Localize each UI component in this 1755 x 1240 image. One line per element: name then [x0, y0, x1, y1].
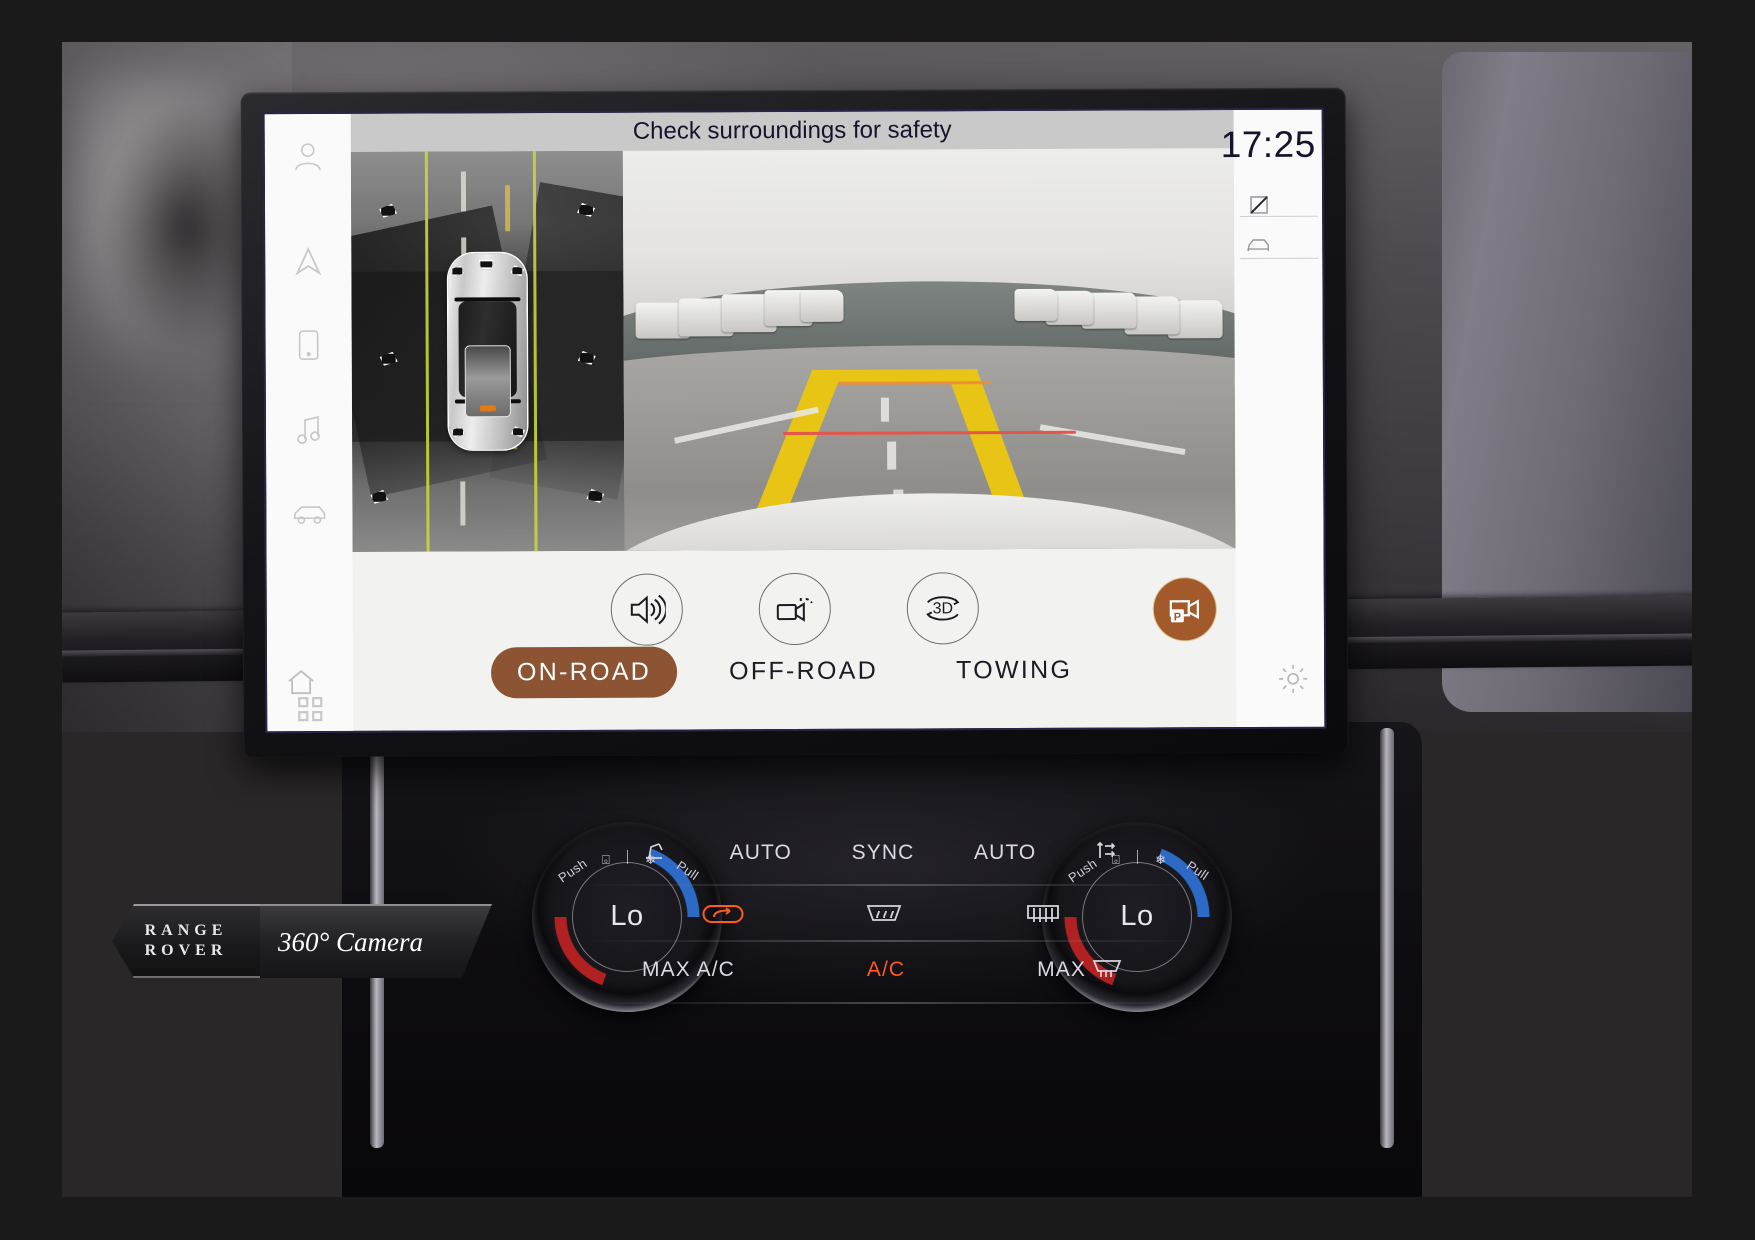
screen-title-bar: Check surroundings for safety: [350, 110, 1234, 152]
home-icon[interactable]: [285, 666, 317, 703]
ac-button[interactable]: A/C: [867, 958, 905, 982]
bev-lane-dash: [504, 185, 511, 232]
vehicle-interior-photo: ⌻ ❄ Push Pull Lo ⌻ ❄ Push Pull Lo AUTO S…: [62, 42, 1692, 1197]
status-rail: 17:25: [1221, 109, 1325, 728]
badge-caption: 360° Camera: [278, 926, 424, 957]
center-console: ⌻ ❄ Push Pull Lo ⌻ ❄ Push Pull Lo AUTO S…: [342, 722, 1422, 1197]
hvac-top-row: AUTO SYNC AUTO: [642, 840, 1122, 866]
max-defrost-button[interactable]: MAX: [1037, 958, 1086, 982]
hvac-divider-c: [582, 1002, 1202, 1004]
vehicle-rear-indicator: [479, 405, 496, 412]
auto-left-button[interactable]: AUTO: [730, 841, 792, 865]
knob-divider-left: [627, 850, 628, 864]
tab-off-road[interactable]: OFF-ROAD: [703, 645, 904, 697]
brand-line-2: ROVER: [144, 942, 228, 959]
badge-caption-panel: 360° Camera: [260, 904, 492, 978]
display-slider-line[interactable]: [1240, 215, 1319, 218]
svg-text:3D: 3D: [932, 600, 953, 617]
hvac-mid-row: [642, 902, 1122, 930]
sidebar: [264, 113, 354, 732]
fan-icon-right: ❄: [1155, 852, 1166, 867]
sync-button[interactable]: SYNC: [852, 841, 915, 865]
sidebar-item-media[interactable]: [284, 408, 334, 453]
sidebar-item-vehicle[interactable]: [284, 492, 334, 537]
max-defrost-icon[interactable]: [1092, 958, 1122, 982]
camera-view-area: [350, 148, 1236, 552]
seat-icon-left: ⌻: [602, 852, 610, 867]
airflow-icon[interactable]: [1096, 840, 1122, 866]
page-title: Check surroundings for safety: [632, 116, 952, 145]
floor-dash: [880, 397, 889, 422]
hvac-divider-a: [582, 884, 1202, 886]
camera-view-button[interactable]: [758, 572, 831, 646]
clock: 17:25: [1220, 123, 1316, 166]
sidebar-item-navigation[interactable]: [283, 239, 333, 284]
svg-text:P: P: [1174, 611, 1181, 623]
tab-towing[interactable]: TOWING: [930, 644, 1098, 696]
floor-dash: [886, 441, 897, 470]
max-ac-button[interactable]: MAX A/C: [642, 958, 735, 982]
vehicle-top-view: [448, 253, 528, 450]
sidebar-item-profile[interactable]: [283, 134, 333, 179]
brand-badge: RANGE ROVER 360° Camera: [112, 904, 492, 978]
parked-vehicle: [1014, 288, 1058, 322]
knob-divider-right: [1137, 850, 1138, 864]
infotainment-bezel: 17:25 Check surroundings for safety 3D P…: [240, 87, 1349, 758]
console-chrome-right: [1380, 728, 1394, 1148]
three-d-view-button[interactable]: 3D: [906, 572, 979, 645]
mode-tabs: ON-ROAD OFF-ROAD TOWING: [353, 641, 1236, 701]
bev-lane-dash: [460, 171, 467, 212]
rear-defrost-icon[interactable]: [1024, 902, 1062, 930]
recirculation-icon[interactable]: [702, 903, 744, 929]
rear-camera-view[interactable]: [622, 148, 1236, 551]
auto-right-button[interactable]: AUTO: [974, 841, 1036, 865]
parked-vehicle: [800, 289, 844, 322]
infotainment-screen[interactable]: 17:25 Check surroundings for safety 3D P…: [262, 107, 1327, 734]
settings-gear-icon[interactable]: [1276, 662, 1310, 701]
hvac-bottom-row: MAX A/C A/C MAX: [642, 958, 1122, 982]
park-camera-button[interactable]: P: [1153, 578, 1216, 641]
brand-line-1: RANGE: [144, 922, 228, 939]
seat-heating-icon[interactable]: [642, 840, 670, 866]
hvac-divider-b: [582, 940, 1202, 942]
range-rover-logo: RANGE ROVER: [112, 904, 260, 978]
tab-on-road[interactable]: ON-ROAD: [490, 646, 678, 698]
bev-lane-dash: [460, 481, 466, 526]
car-slider-line[interactable]: [1240, 257, 1319, 260]
hvac-control-strip: AUTO SYNC AUTO MAX A/C A/C MAX: [582, 840, 1202, 1080]
front-defrost-icon[interactable]: [864, 902, 904, 930]
park-assist-audio-button[interactable]: [610, 573, 683, 646]
sidebar-item-phone[interactable]: [284, 323, 334, 368]
birds-eye-view[interactable]: [350, 150, 625, 552]
car-view-icon[interactable]: [1246, 236, 1270, 259]
